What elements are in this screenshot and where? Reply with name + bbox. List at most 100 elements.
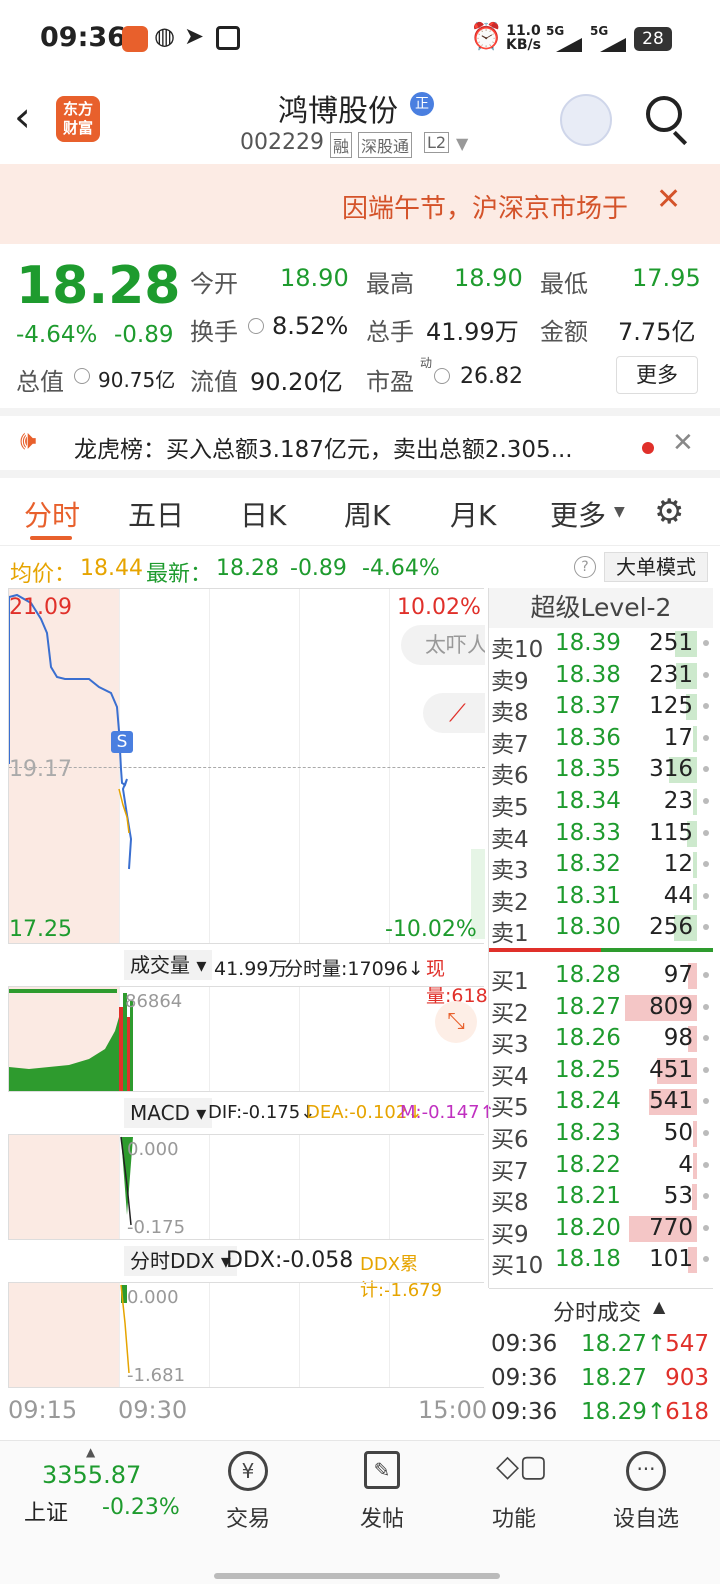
- volume-chart[interactable]: 86864 ⤡: [8, 986, 484, 1092]
- tab-five-day[interactable]: 五日: [128, 494, 184, 534]
- asks-volume: 256: [649, 914, 693, 941]
- bids-row[interactable]: 买10 18.18 101: [489, 1244, 713, 1279]
- asks-row[interactable]: 卖8 18.37 125: [489, 691, 713, 726]
- top-pct-label: 10.02%: [397, 595, 481, 620]
- trade-row: 09:36 18.29↑ 618: [489, 1397, 713, 1429]
- chevron-up-icon[interactable]: ▲: [653, 1297, 665, 1316]
- bids-level: 买10: [491, 1253, 544, 1280]
- top-price-label: 21.09: [9, 595, 72, 620]
- asks-row[interactable]: 卖10 18.39 251: [489, 628, 713, 663]
- bids-row[interactable]: 买1 18.28 97: [489, 960, 713, 995]
- ask-bid-divider-green: [601, 948, 713, 952]
- big-order-mode-button[interactable]: 大单模式: [604, 552, 708, 582]
- yen-icon: ¥: [228, 1451, 268, 1491]
- more-button[interactable]: 更多: [616, 356, 698, 394]
- trend-icon[interactable]: ⟋: [423, 693, 485, 733]
- asks-row[interactable]: 卖2 18.31 44: [489, 881, 713, 916]
- last-value: 18.28: [216, 556, 279, 581]
- info-icon[interactable]: [74, 368, 90, 384]
- asks-volume: 17: [663, 724, 693, 751]
- asks-volume: 316: [649, 756, 693, 783]
- bids-row[interactable]: 买4 18.25 451: [489, 1055, 713, 1090]
- info-icon[interactable]: [248, 318, 264, 334]
- asks-row[interactable]: 卖7 18.36 17: [489, 723, 713, 758]
- change-pct: -4.64%: [16, 322, 98, 348]
- row-dot: [703, 972, 709, 978]
- macd-m: M:-0.147↑: [400, 1102, 495, 1123]
- bids-row[interactable]: 买3 18.26 98: [489, 1023, 713, 1058]
- tab-more[interactable]: 更多: [550, 494, 606, 534]
- volume-label: 总手: [366, 318, 414, 346]
- speaker-icon: 🕪: [20, 426, 37, 456]
- macd-chart[interactable]: 0.000 -0.175: [8, 1134, 484, 1240]
- signal-label-1: 5G: [546, 24, 565, 38]
- macd-indicator-select[interactable]: MACD ▾: [124, 1098, 213, 1128]
- intraday-chart[interactable]: 21.09 19.17 17.25 10.02% -10.02% 太吓人 ⟋ S: [8, 588, 485, 944]
- dropdown-caret-icon[interactable]: ▼: [456, 134, 468, 153]
- robot-assistant-icon[interactable]: [560, 94, 612, 146]
- asks-row[interactable]: 卖6 18.35 316: [489, 754, 713, 789]
- level-tag: L2: [424, 132, 450, 153]
- bids-row[interactable]: 买8 18.21 53: [489, 1181, 713, 1216]
- bids-volume: 541: [649, 1088, 693, 1115]
- sentiment-button[interactable]: 太吓人: [401, 625, 485, 665]
- info-icon[interactable]: [434, 368, 450, 384]
- open-label: 今开: [190, 270, 238, 298]
- amount-value: 7.75亿: [618, 318, 696, 346]
- row-dot: [703, 924, 709, 931]
- ddx-indicator-select[interactable]: 分时DDX ▾: [124, 1246, 237, 1276]
- order-book: 超级Level-2 卖10 18.39 251 卖9 18.38 231 卖8 18.37 12…: [488, 588, 713, 1425]
- bids-row[interactable]: 买9 18.20 770: [489, 1213, 713, 1248]
- prev-close-label: 19.17: [9, 757, 72, 782]
- close-icon[interactable]: ✕: [672, 428, 694, 458]
- order-book-title[interactable]: 超级Level-2: [489, 588, 713, 628]
- expand-icon[interactable]: ⤡: [435, 1001, 477, 1043]
- tab-daily-k[interactable]: 日K: [240, 494, 286, 534]
- float-value: 90.20亿: [250, 368, 343, 396]
- dragon-tiger-bar[interactable]: 🕪 龙虎榜：买入总额3.187亿元，卖出总额2.305... ✕: [0, 408, 720, 478]
- gear-icon[interactable]: ⚙: [654, 494, 684, 530]
- tab-monthly-k[interactable]: 月K: [450, 494, 496, 534]
- index-name: 上证: [24, 1501, 69, 1526]
- asks-row[interactable]: 卖4 18.33 115: [489, 818, 713, 853]
- tab-weekly-k[interactable]: 周K: [344, 494, 390, 534]
- close-icon[interactable]: ✕: [656, 182, 681, 217]
- ddx-chart[interactable]: 0.000 -1.681: [8, 1282, 484, 1388]
- help-icon[interactable]: ?: [574, 556, 596, 578]
- back-arrow-icon[interactable]: ‹: [14, 96, 31, 138]
- trade-time: 09:36: [491, 1399, 558, 1425]
- tick-volume: 分时量:17096↓: [284, 958, 424, 980]
- asks-row[interactable]: 卖3 18.32 12: [489, 849, 713, 884]
- sell-signal-marker[interactable]: S: [111, 731, 133, 753]
- bids-row[interactable]: 买5 18.24 541: [489, 1086, 713, 1121]
- caret-up-icon[interactable]: ▲: [86, 1445, 95, 1459]
- bids-row[interactable]: 买6 18.23 50: [489, 1118, 713, 1153]
- search-icon-handle: [672, 130, 688, 146]
- tab-intraday[interactable]: 分时: [24, 494, 80, 534]
- macd-lines: [120, 1136, 133, 1226]
- index-value[interactable]: 3355.87: [42, 1461, 141, 1489]
- asks-row[interactable]: 卖1 18.30 256: [489, 912, 713, 947]
- bids-row[interactable]: 买7 18.22 4: [489, 1150, 713, 1185]
- amount-label: 金额: [540, 318, 588, 346]
- asks-volume: 125: [649, 693, 693, 720]
- asks-price: 18.37: [555, 693, 621, 720]
- search-icon[interactable]: [646, 96, 682, 132]
- asks-row[interactable]: 卖9 18.38 231: [489, 660, 713, 695]
- asks-volume: 231: [649, 661, 693, 688]
- volume-max-label: 86864: [125, 991, 183, 1012]
- asks-volume-bar: [693, 725, 697, 752]
- app-logo[interactable]: 东方 财富: [56, 96, 100, 142]
- bids-volume-bar: [693, 1152, 697, 1179]
- bids-volume: 809: [649, 993, 693, 1020]
- asks-volume: 23: [663, 788, 693, 814]
- bids-price: 18.28: [555, 962, 621, 988]
- volume-indicator-select[interactable]: 成交量 ▾: [124, 950, 213, 980]
- holiday-banner[interactable]: 因端午节，沪深京市场于 ✕: [0, 164, 720, 244]
- row-dot: [703, 766, 709, 773]
- asks-row[interactable]: 卖5 18.34 23: [489, 786, 713, 821]
- bottom-pct-label: -10.02%: [385, 917, 477, 942]
- bids-row[interactable]: 买2 18.27 809: [489, 992, 713, 1027]
- trades-title[interactable]: 分时成交: [553, 1295, 641, 1327]
- row-dot: [703, 892, 709, 899]
